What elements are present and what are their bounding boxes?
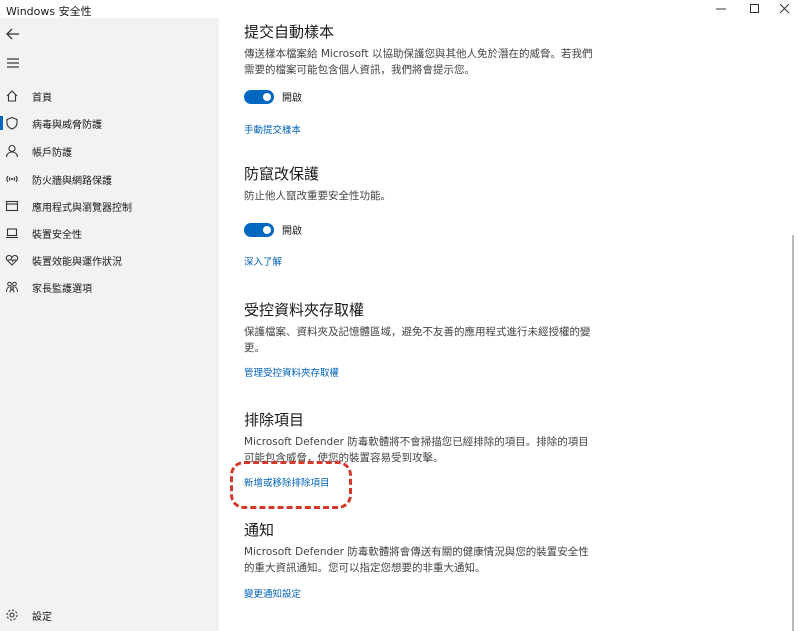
laptop-icon [5,226,19,240]
maximize-button[interactable] [740,0,770,18]
section-title: 通知 [244,521,275,539]
section-description: 保護檔案、資料夾及記憶體區域，避免不友善的應用程式進行未經授權的變更。 [244,326,591,354]
notifications-section: 通知 Microsoft Defender 防毒軟體將會傳送有關的健康情況與您的… [244,520,594,576]
sidebar-item-virus-protection[interactable]: 病毒與威脅防護 [0,112,219,134]
section-title: 提交自動樣本 [244,23,335,41]
close-button[interactable] [770,0,800,18]
person-icon [5,144,19,158]
family-icon [5,280,19,294]
back-arrow-icon [6,28,19,40]
tamper-protection-toggle-row: 開啟 [244,222,302,237]
tamper-protection-section: 防竄改保護 防止他人竄改重要安全性功能。 [244,164,594,204]
toggle-knob [263,92,271,101]
sample-submission-section: 提交自動樣本 傳送樣本檔案給 Microsoft 以協助保護您與其他人免於潛在的… [244,22,594,78]
minimize-button[interactable] [706,0,736,18]
back-button[interactable] [4,25,22,43]
manage-controlled-folder-link[interactable]: 管理受控資料夾存取權 [244,365,339,379]
sidebar-item-label: 裝置安全性 [32,229,82,241]
sidebar-item-settings[interactable]: 設定 [0,604,219,626]
hamburger-menu-icon [7,58,19,68]
gear-icon [5,608,19,622]
section-description: 防止他人竄改重要安全性功能。 [244,190,391,202]
heart-icon [5,253,19,267]
title-bar: Windows 安全性 [0,0,800,18]
close-icon [780,4,790,14]
learn-more-link[interactable]: 深入了解 [244,254,282,268]
home-icon [5,89,19,103]
section-description: 傳送樣本檔案給 Microsoft 以協助保護您與其他人免於潛在的威脅。若我們需… [244,48,593,76]
section-title: 受控資料夾存取權 [244,301,365,319]
sidebar-item-label: 家長監護選項 [32,283,92,295]
browser-window-icon [5,199,19,213]
sidebar-item-firewall[interactable]: 防火牆與網路保護 [0,168,219,190]
sidebar-item-label: 首頁 [32,92,52,104]
sample-submission-toggle[interactable] [244,89,274,104]
toggle-label: 開啟 [282,93,302,104]
section-description: Microsoft Defender 防毒軟體將會傳送有關的健康情況與您的裝置安… [244,546,589,574]
shield-icon [5,116,19,130]
manual-submit-link[interactable]: 手動提交樣本 [244,122,301,136]
sidebar-item-app-browser-control[interactable]: 應用程式與瀏覽器控制 [0,195,219,217]
highlight-annotation [230,461,352,509]
wifi-icon [5,172,19,186]
sidebar-item-home[interactable]: 首頁 [0,85,219,107]
window-title: Windows 安全性 [6,5,92,18]
sidebar-item-label: 帳戶防護 [32,147,72,159]
sidebar-item-label: 病毒與威脅防護 [32,119,102,131]
section-title: 排除項目 [244,411,305,429]
sidebar: 首頁 病毒與威脅防護 帳戶防護 防火牆與網路保護 應用程式與瀏覽器控制 裝置安全… [0,18,219,631]
exclusions-section: 排除項目 Microsoft Defender 防毒軟體將不會掃描您已經排除的項… [244,410,594,466]
scrollbar[interactable] [792,235,794,631]
toggle-knob [263,225,271,234]
sidebar-item-label: 應用程式與瀏覽器控制 [32,202,132,214]
section-title: 防竄改保護 [244,165,320,183]
sample-submission-toggle-row: 開啟 [244,89,302,104]
maximize-icon [750,4,759,13]
sidebar-item-family-options[interactable]: 家長監護選項 [0,276,219,298]
change-notification-settings-link[interactable]: 變更通知設定 [244,586,301,600]
sidebar-item-device-security[interactable]: 裝置安全性 [0,222,219,244]
main-content: 提交自動樣本 傳送樣本檔案給 Microsoft 以協助保護您與其他人免於潛在的… [219,18,800,631]
controlled-folder-section: 受控資料夾存取權 保護檔案、資料夾及記憶體區域，避免不友善的應用程式進行未經授權… [244,300,594,356]
menu-button[interactable] [4,54,22,72]
tamper-protection-toggle[interactable] [244,222,274,237]
sidebar-item-device-performance[interactable]: 裝置效能與運作狀況 [0,249,219,271]
sidebar-item-account[interactable]: 帳戶防護 [0,140,219,162]
minimize-icon [716,8,726,10]
sidebar-item-label: 設定 [32,611,52,623]
sidebar-item-label: 裝置效能與運作狀況 [32,256,122,268]
sidebar-item-label: 防火牆與網路保護 [32,175,112,187]
selected-indicator [0,116,3,130]
toggle-label: 開啟 [282,226,302,237]
